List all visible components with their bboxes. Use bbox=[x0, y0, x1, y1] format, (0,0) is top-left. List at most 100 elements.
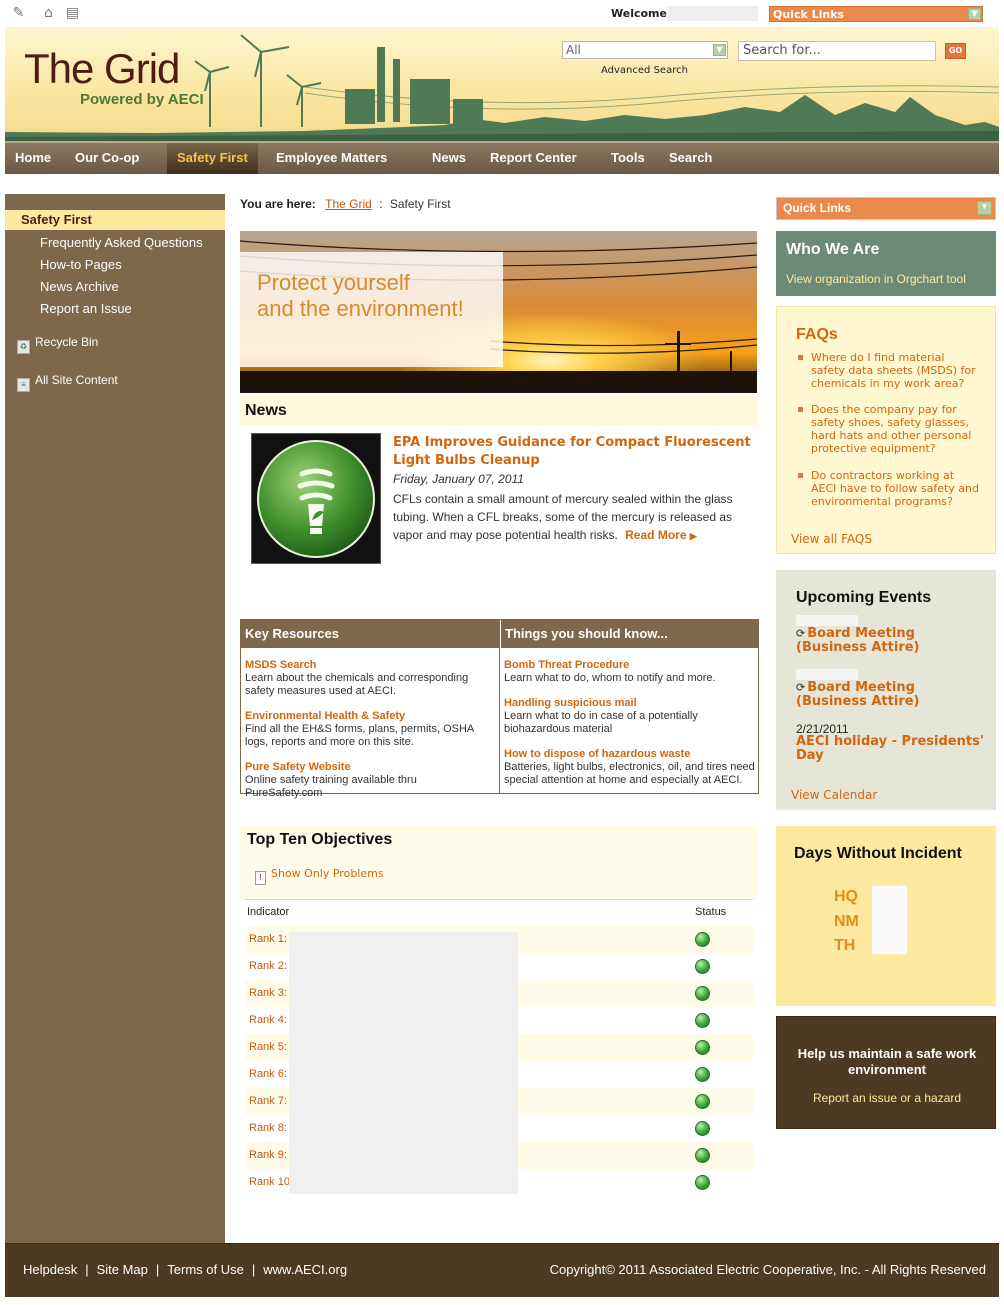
status-green-icon bbox=[695, 1175, 710, 1190]
cfl-bulb-image[interactable] bbox=[251, 433, 381, 564]
advanced-search-link[interactable]: Advanced Search bbox=[601, 65, 688, 76]
rank-link[interactable]: Rank 8: bbox=[249, 1122, 287, 1134]
news-article-title[interactable]: EPA Improves Guidance for Compact Fluore… bbox=[393, 434, 753, 470]
event-date-redacted bbox=[796, 669, 858, 680]
report-hazard-link[interactable]: Report an issue or a hazard bbox=[777, 1091, 997, 1105]
tip-bomb-threat[interactable]: Bomb Threat Procedure Learn what to do, w… bbox=[504, 659, 756, 685]
footer-links: Helpdesk | Site Map | Terms of Use | www.AECI.… bbox=[23, 1262, 347, 1277]
status-column-header[interactable]: Status bbox=[695, 906, 726, 918]
rank-link[interactable]: Rank 6: bbox=[249, 1068, 287, 1080]
quick-links-label: Quick Links bbox=[773, 8, 845, 21]
rank-link[interactable]: Rank 3: bbox=[249, 987, 287, 999]
resource-title[interactable]: Pure Safety Website bbox=[245, 761, 497, 774]
resource-puresafety[interactable]: Pure Safety Website Online safety trainin… bbox=[245, 761, 497, 800]
divider bbox=[245, 899, 753, 900]
tip-hazardous-waste[interactable]: How to dispose of hazardous waste Batteri… bbox=[504, 748, 756, 787]
filter-icon: ! bbox=[255, 871, 266, 885]
status-green-icon bbox=[695, 986, 710, 1001]
search-go-button[interactable]: GO bbox=[945, 43, 966, 59]
footer-link-aeci[interactable]: www.AECI.org bbox=[263, 1262, 347, 1277]
tip-title[interactable]: Handling suspicious mail bbox=[504, 697, 756, 710]
tip-title[interactable]: Bomb Threat Procedure bbox=[504, 659, 756, 672]
faq-item[interactable]: Does the company pay for safety shoes, s… bbox=[796, 403, 981, 455]
nav-tools[interactable]: Tools bbox=[611, 143, 645, 174]
nav-safety-first[interactable]: Safety First bbox=[167, 143, 258, 174]
event-link[interactable]: AECI holiday - Presidents' Day bbox=[796, 735, 986, 763]
event-title: Board Meeting (Business Attire) bbox=[796, 680, 920, 709]
search-input[interactable]: Search for... bbox=[738, 41, 936, 61]
resource-msds[interactable]: MSDS Search Learn about the chemicals and… bbox=[245, 659, 497, 698]
event-link[interactable]: ⟳ Board Meeting (Business Attire) bbox=[796, 681, 986, 709]
show-only-problems-link[interactable]: ! Show Only Problems bbox=[255, 867, 384, 885]
chevron-down-icon: ▼ bbox=[713, 44, 726, 56]
breadcrumb-root-link[interactable]: The Grid bbox=[325, 197, 372, 211]
read-more-label: Read More bbox=[625, 528, 687, 542]
footer-link-terms[interactable]: Terms of Use bbox=[167, 1262, 244, 1277]
site-footer: Helpdesk | Site Map | Terms of Use | www.AECI.… bbox=[5, 1243, 999, 1297]
breadcrumb-current: Safety First bbox=[389, 197, 451, 211]
rank-link[interactable]: Rank 2: bbox=[249, 960, 287, 972]
status-green-icon bbox=[695, 1094, 710, 1109]
rank-link[interactable]: Rank 5: bbox=[249, 1041, 287, 1053]
caret-right-icon: ▶ bbox=[689, 531, 697, 541]
light-bulb-icon bbox=[257, 440, 375, 558]
welcome-label[interactable]: Welcome, bbox=[611, 7, 671, 20]
recycle-bin-link[interactable]: ♻ Recycle Bin bbox=[17, 335, 98, 354]
tip-desc: Learn what to do in case of a potentiall… bbox=[504, 710, 698, 735]
event-date-redacted bbox=[796, 615, 858, 626]
nav-home[interactable]: Home bbox=[15, 143, 51, 174]
orgchart-link[interactable]: View organization in Orgchart tool bbox=[786, 272, 966, 286]
sidebar-item-report-issue[interactable]: Report an Issue bbox=[40, 301, 132, 316]
user-name-redacted[interactable] bbox=[668, 6, 758, 21]
tag-icon[interactable]: ⌂ bbox=[40, 5, 57, 22]
resource-title[interactable]: Environmental Health & Safety bbox=[245, 710, 497, 723]
faq-item[interactable]: Where do I find material safety data she… bbox=[796, 351, 981, 390]
rank-link[interactable]: Rank 4: bbox=[249, 1014, 287, 1026]
nav-news[interactable]: News bbox=[432, 143, 466, 174]
news-article-body: CFLs contain a small amount of mercury s… bbox=[393, 490, 753, 545]
resource-title[interactable]: MSDS Search bbox=[245, 659, 497, 672]
rank-link[interactable]: Rank 7: bbox=[249, 1095, 287, 1107]
rank-link[interactable]: Rank 9: bbox=[249, 1149, 287, 1161]
sidebar-item-news-archive[interactable]: News Archive bbox=[40, 279, 119, 294]
nav-our-coop[interactable]: Our Co-op bbox=[75, 143, 139, 174]
status-green-icon bbox=[695, 1121, 710, 1136]
notes-icon[interactable]: ▤ bbox=[64, 5, 81, 22]
rank-link[interactable]: Rank 1: bbox=[249, 933, 287, 945]
footer-link-helpdesk[interactable]: Helpdesk bbox=[23, 1262, 77, 1277]
indicator-column-header[interactable]: Indicator bbox=[247, 906, 289, 918]
who-we-are-heading: Who We Are bbox=[786, 241, 880, 258]
objectives-title: Top Ten Objectives bbox=[247, 831, 393, 848]
sidebar-item-faq[interactable]: Frequently Asked Questions bbox=[40, 235, 203, 250]
footer-link-sitemap[interactable]: Site Map bbox=[97, 1262, 148, 1277]
key-resources-column: MSDS Search Learn about the chemicals and… bbox=[241, 648, 500, 799]
tip-title[interactable]: How to dispose of hazardous waste bbox=[504, 748, 756, 761]
site-logo-title[interactable]: The Grid bbox=[24, 45, 180, 93]
read-more-link[interactable]: Read More ▶ bbox=[625, 528, 697, 542]
recycle-bin-label: Recycle Bin bbox=[35, 335, 99, 349]
search-scope-select[interactable]: All ▼ bbox=[562, 41, 728, 59]
days-without-incident-heading: Days Without Incident bbox=[794, 845, 962, 862]
rank-link[interactable]: Rank 10 bbox=[249, 1176, 290, 1188]
sidebar-item-howto[interactable]: How-to Pages bbox=[40, 257, 122, 272]
tip-suspicious-mail[interactable]: Handling suspicious mail Learn what to do… bbox=[504, 697, 756, 736]
quick-links-dropdown-top[interactable]: Quick Links ▼ bbox=[769, 6, 983, 22]
faq-item[interactable]: Do contractors working at AECI have to f… bbox=[796, 469, 981, 508]
nav-report-center[interactable]: Report Center bbox=[490, 143, 577, 174]
sidebar-heading[interactable]: Safety First bbox=[5, 210, 225, 230]
chevron-down-icon: ▼ bbox=[968, 8, 981, 20]
edit-page-icon[interactable]: ✎ bbox=[10, 5, 27, 22]
view-all-faqs-link[interactable]: View all FAQS bbox=[791, 532, 872, 546]
quick-links-dropdown[interactable]: Quick Links ▼ bbox=[776, 197, 996, 220]
event-link[interactable]: ⟳ Board Meeting (Business Attire) bbox=[796, 627, 986, 655]
resource-ehs[interactable]: Environmental Health & Safety Find all th… bbox=[245, 710, 497, 749]
news-heading: News bbox=[240, 396, 757, 425]
resource-desc: Online safety training available thru Pu… bbox=[245, 774, 417, 799]
all-site-content-link[interactable]: ≡ All Site Content bbox=[17, 373, 118, 392]
site-label-nm: NM bbox=[834, 913, 859, 930]
footer-separator: | bbox=[251, 1262, 256, 1277]
show-only-problems-label: Show Only Problems bbox=[271, 867, 384, 880]
view-calendar-link[interactable]: View Calendar bbox=[791, 788, 877, 802]
nav-employee-matters[interactable]: Employee Matters bbox=[276, 143, 387, 174]
nav-search[interactable]: Search bbox=[669, 143, 712, 174]
